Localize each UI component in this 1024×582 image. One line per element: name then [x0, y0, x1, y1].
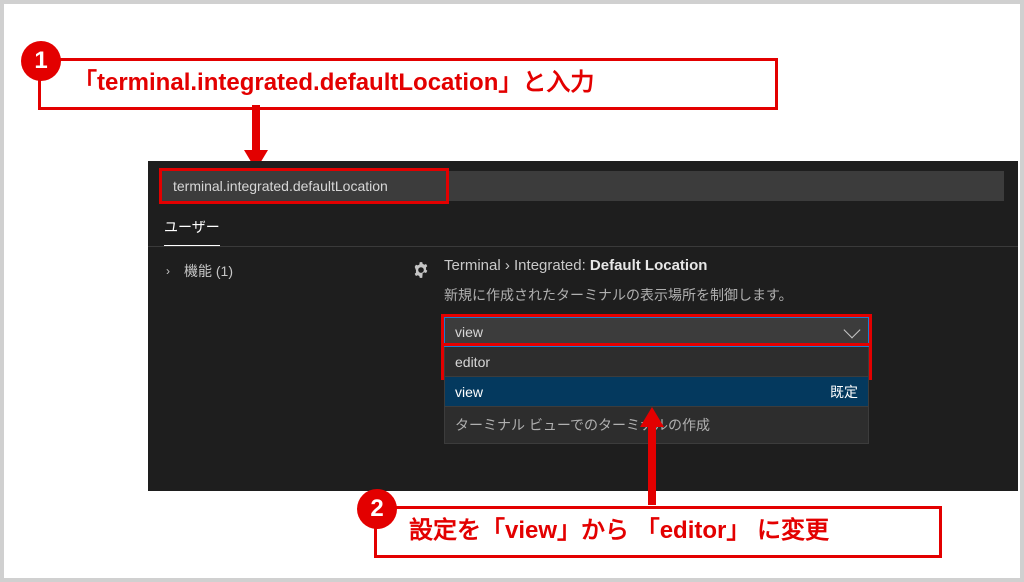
callout-1-text: 「terminal.integrated.defaultLocation」と入力 — [73, 69, 594, 96]
settings-tree: › 機能 (1) — [148, 247, 408, 460]
chevron-down-icon — [844, 322, 861, 339]
highlight-altoption — [441, 343, 872, 380]
setting-select[interactable]: view — [444, 317, 869, 347]
tree-item-features-label: 機能 (1) — [184, 261, 233, 281]
callout-1: 1 「terminal.integrated.defaultLocation」と… — [38, 58, 778, 110]
setting-name: Default Location — [590, 257, 708, 274]
setting-description: 新規に作成されたターミナルの表示場所を制御します。 — [444, 285, 1002, 305]
arrow-2-stem — [648, 425, 656, 505]
callout-badge-1: 1 — [21, 41, 61, 81]
setting-dropdown: editor view 既定 ターミナル ビューでのターミナルの作成 — [444, 347, 869, 444]
option-editor-label: editor — [455, 354, 490, 370]
setting-crumb: Terminal › Integrated: — [444, 257, 586, 274]
tab-user-label: ユーザー — [164, 219, 220, 235]
option-default-badge: 既定 — [830, 382, 858, 402]
setting-title: Terminal › Integrated: Default Location — [444, 257, 707, 274]
option-editor[interactable]: editor — [444, 347, 869, 377]
highlight-select — [441, 314, 872, 350]
settings-window: terminal.integrated.defaultLocation ユーザー… — [148, 161, 1018, 491]
arrow-2-head-icon — [640, 407, 664, 427]
option-view[interactable]: view 既定 — [444, 377, 869, 407]
chevron-right-icon: › — [166, 264, 178, 278]
settings-search-input[interactable]: terminal.integrated.defaultLocation — [162, 171, 1004, 201]
setting-select-value: view — [455, 324, 483, 340]
callout-2: 2 設定を「view」から 「editor」 に変更 — [374, 506, 942, 558]
callout-badge-2: 2 — [357, 489, 397, 529]
option-view-label: view — [455, 384, 483, 400]
tree-item-features[interactable]: › 機能 (1) — [166, 261, 390, 281]
settings-search-value: terminal.integrated.defaultLocation — [173, 178, 388, 194]
settings-content: Terminal › Integrated: Default Location … — [408, 247, 1018, 460]
gear-icon[interactable] — [412, 261, 430, 279]
callout-2-text: 設定を「view」から 「editor」 に変更 — [409, 517, 829, 544]
arrow-1-stem — [252, 105, 260, 152]
settings-scope-tabs: ユーザー — [148, 201, 1018, 247]
tab-user[interactable]: ユーザー — [164, 217, 220, 246]
